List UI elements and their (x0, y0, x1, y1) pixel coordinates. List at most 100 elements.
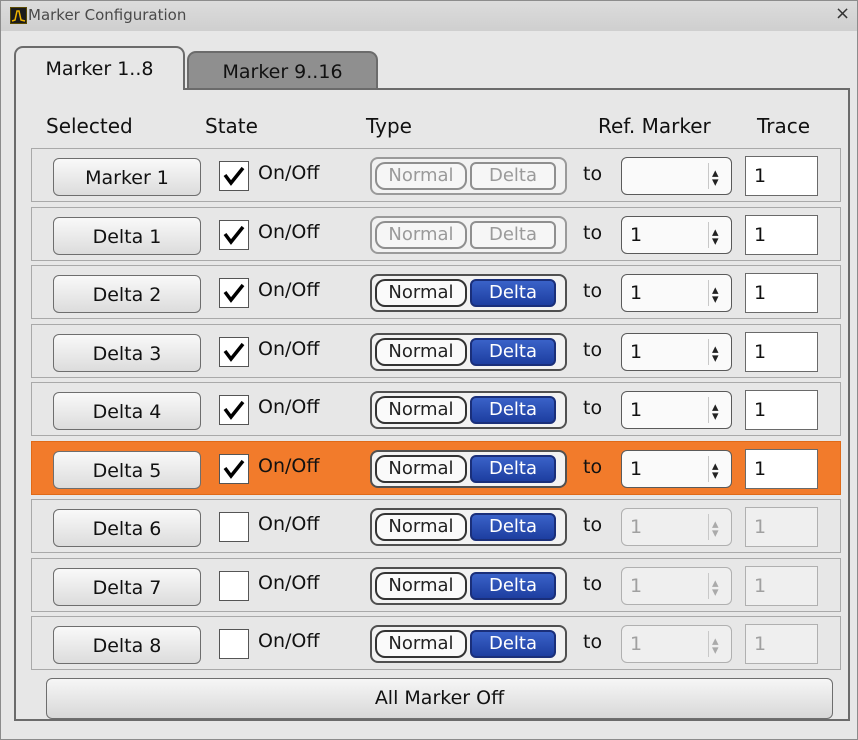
ref-marker-value: 1 (630, 633, 643, 655)
trace-input[interactable]: 1 (745, 449, 818, 489)
type-delta-option[interactable]: Delta (470, 221, 556, 249)
type-normal-option[interactable]: Normal (375, 279, 467, 307)
state-checkbox[interactable] (219, 278, 249, 308)
type-toggle[interactable]: Normal Delta (370, 508, 567, 546)
select-marker-button[interactable]: Delta 7 (53, 568, 201, 606)
spinner-down-icon[interactable]: ▾ (712, 527, 719, 540)
select-marker-button[interactable]: Delta 6 (53, 509, 201, 547)
header-trace: Trace (757, 114, 811, 138)
trace-input[interactable]: 1 (745, 624, 818, 664)
type-normal-option[interactable]: Normal (375, 630, 467, 658)
app-spectrum-icon (10, 7, 27, 24)
spinner-down-icon[interactable]: ▾ (712, 176, 719, 189)
spinner-divider (708, 280, 709, 306)
spinner-down-icon[interactable]: ▾ (712, 352, 719, 365)
spinner-divider (708, 514, 709, 540)
state-checkbox[interactable] (219, 454, 249, 484)
header-type: Type (366, 114, 412, 138)
state-label: On/Off (258, 396, 320, 418)
type-toggle[interactable]: Normal Delta (370, 625, 567, 663)
type-delta-option[interactable]: Delta (470, 513, 556, 541)
spinner-divider (708, 163, 709, 189)
type-delta-option[interactable]: Delta (470, 455, 556, 483)
trace-input[interactable]: 1 (745, 156, 818, 196)
ref-marker-value: 1 (630, 516, 643, 538)
select-marker-button[interactable]: Delta 8 (53, 626, 201, 664)
spinner-down-icon[interactable]: ▾ (712, 644, 719, 657)
select-marker-button[interactable]: Delta 3 (53, 334, 201, 372)
ref-marker-select[interactable]: 1 ▴ ▾ (621, 333, 732, 371)
type-normal-option[interactable]: Normal (375, 338, 467, 366)
trace-input[interactable]: 1 (745, 273, 818, 313)
type-normal-option[interactable]: Normal (375, 513, 467, 541)
tab-marker-9-16[interactable]: Marker 9..16 (187, 51, 378, 89)
type-toggle[interactable]: Normal Delta (370, 274, 567, 312)
header-ref-marker: Ref. Marker (598, 114, 711, 138)
spinner-down-icon[interactable]: ▾ (712, 235, 719, 248)
marker-configuration-dialog: Marker Configuration × Marker 1..8 Marke… (0, 0, 858, 740)
checkmark-icon (223, 459, 245, 479)
spinner-down-icon[interactable]: ▾ (712, 293, 719, 306)
select-marker-button[interactable]: Delta 1 (53, 217, 201, 255)
tab-marker-1-8[interactable]: Marker 1..8 (14, 46, 185, 90)
state-checkbox[interactable] (219, 512, 249, 542)
ref-marker-select[interactable]: 1 ▴ ▾ (621, 625, 732, 663)
checkmark-icon (223, 342, 245, 362)
type-normal-option[interactable]: Normal (375, 396, 467, 424)
type-toggle[interactable]: Normal Delta (370, 567, 567, 605)
ref-marker-select[interactable]: 1 ▴ ▾ (621, 391, 732, 429)
spinner-down-icon[interactable]: ▾ (712, 410, 719, 423)
trace-input[interactable]: 1 (745, 390, 818, 430)
marker-row: Delta 1 On/Off Normal Delta to 1 ▴ ▾ 1 (31, 207, 841, 261)
spinner-down-icon[interactable]: ▾ (712, 586, 719, 599)
state-label: On/Off (258, 572, 320, 594)
all-marker-off-button[interactable]: All Marker Off (46, 678, 833, 719)
spinner-divider (708, 456, 709, 482)
close-icon[interactable]: × (835, 3, 850, 24)
ref-marker-select[interactable]: 1 ▴ ▾ (621, 216, 732, 254)
trace-input[interactable]: 1 (745, 215, 818, 255)
type-toggle[interactable]: Normal Delta (370, 391, 567, 429)
ref-marker-value: 1 (630, 575, 643, 597)
select-marker-button[interactable]: Delta 2 (53, 275, 201, 313)
header-selected: Selected (46, 114, 133, 138)
type-delta-option[interactable]: Delta (470, 279, 556, 307)
type-normal-option[interactable]: Normal (375, 221, 467, 249)
type-delta-option[interactable]: Delta (470, 162, 556, 190)
type-toggle[interactable]: Normal Delta (370, 333, 567, 371)
spinner-down-icon[interactable]: ▾ (712, 469, 719, 482)
state-checkbox[interactable] (219, 629, 249, 659)
ref-marker-value: 1 (630, 224, 643, 246)
type-delta-option[interactable]: Delta (470, 396, 556, 424)
trace-input[interactable]: 1 (745, 332, 818, 372)
state-checkbox[interactable] (219, 571, 249, 601)
to-label: to (583, 339, 603, 361)
ref-marker-select[interactable]: 1 ▴ ▾ (621, 450, 732, 488)
spinner-divider (708, 573, 709, 599)
type-delta-option[interactable]: Delta (470, 630, 556, 658)
ref-marker-select[interactable]: 1 ▴ ▾ (621, 567, 732, 605)
state-checkbox[interactable] (219, 161, 249, 191)
state-checkbox[interactable] (219, 337, 249, 367)
spinner-divider (708, 397, 709, 423)
checkmark-icon (223, 400, 245, 420)
trace-input[interactable]: 1 (745, 507, 818, 547)
marker-row: Delta 3 On/Off Normal Delta to 1 ▴ ▾ 1 (31, 324, 841, 378)
type-toggle[interactable]: Normal Delta (370, 450, 567, 488)
type-toggle[interactable]: Normal Delta (370, 157, 567, 195)
state-checkbox[interactable] (219, 395, 249, 425)
select-marker-button[interactable]: Marker 1 (53, 158, 201, 196)
type-normal-option[interactable]: Normal (375, 162, 467, 190)
ref-marker-select[interactable]: ▴ ▾ (621, 157, 732, 195)
ref-marker-select[interactable]: 1 ▴ ▾ (621, 508, 732, 546)
trace-input[interactable]: 1 (745, 566, 818, 606)
type-normal-option[interactable]: Normal (375, 455, 467, 483)
type-delta-option[interactable]: Delta (470, 572, 556, 600)
select-marker-button[interactable]: Delta 5 (53, 451, 201, 489)
ref-marker-select[interactable]: 1 ▴ ▾ (621, 274, 732, 312)
select-marker-button[interactable]: Delta 4 (53, 392, 201, 430)
type-normal-option[interactable]: Normal (375, 572, 467, 600)
state-checkbox[interactable] (219, 220, 249, 250)
type-delta-option[interactable]: Delta (470, 338, 556, 366)
type-toggle[interactable]: Normal Delta (370, 216, 567, 254)
